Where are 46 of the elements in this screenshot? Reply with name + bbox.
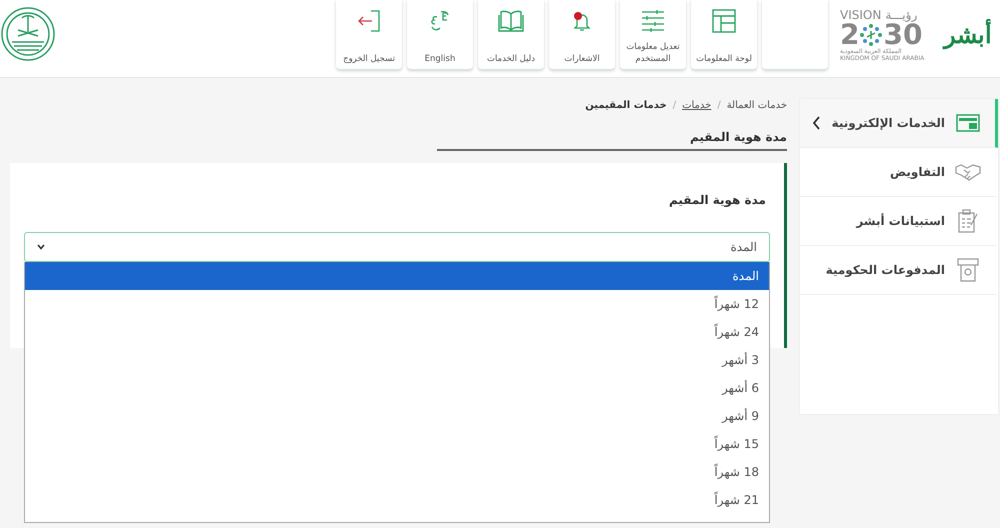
dropdown-option[interactable]: 6 أشهر bbox=[25, 374, 769, 402]
dropdown-option[interactable]: 9 أشهر bbox=[25, 402, 769, 430]
logo-text: 2 bbox=[840, 22, 860, 48]
nav-tile[interactable]: الاشعارات bbox=[549, 0, 615, 70]
dropdown-option[interactable]: 15 شهراً bbox=[25, 430, 769, 458]
sidebar-item[interactable]: الخدمات الإلكترونية bbox=[800, 99, 998, 148]
sidebar-item[interactable]: استبيانات أبشر bbox=[800, 197, 998, 246]
sliders-icon bbox=[641, 10, 665, 32]
card-icon bbox=[956, 114, 980, 132]
page-title: مدة هوية المقيم bbox=[437, 130, 787, 151]
breadcrumb-separator: / bbox=[717, 100, 721, 110]
caret-icon bbox=[37, 244, 45, 250]
atm-icon bbox=[957, 258, 979, 282]
field-label: مدة هوية المقيم bbox=[668, 193, 766, 207]
nav-tile[interactable]: لوحة المعلومات bbox=[691, 0, 757, 70]
logo-text: VISION bbox=[840, 8, 882, 22]
clipboard-icon bbox=[957, 209, 979, 233]
nav-tile[interactable]: تعديل معلومات المستخدم bbox=[620, 0, 686, 70]
duration-select[interactable]: المدة bbox=[24, 232, 770, 262]
emblem-icon bbox=[0, 6, 56, 62]
chevron-icon bbox=[812, 116, 821, 130]
dropdown-option[interactable]: 18 شهراً bbox=[25, 458, 769, 486]
logout-icon bbox=[357, 10, 381, 32]
emblem-icon bbox=[859, 23, 884, 47]
dropdown-option[interactable]: 12 شهراً bbox=[25, 290, 769, 318]
breadcrumb-separator: / bbox=[672, 100, 676, 110]
dropdown-option[interactable]: المدة bbox=[25, 262, 769, 290]
dropdown-option[interactable]: 3 أشهر bbox=[25, 346, 769, 374]
brand-logo: أبشر bbox=[942, 18, 993, 52]
breadcrumb-current: خدمات المقيمين bbox=[585, 100, 667, 110]
dropdown-option[interactable]: 24 شهراً bbox=[25, 318, 769, 346]
layout-icon bbox=[712, 9, 736, 33]
logo-text: 30 bbox=[883, 22, 922, 48]
blank-tile[interactable] bbox=[762, 0, 828, 70]
handshake-icon bbox=[955, 163, 981, 181]
book-icon bbox=[498, 10, 524, 32]
sidebar-item[interactable]: المدفوعات الحكومية bbox=[800, 246, 998, 295]
nav-tile[interactable]: تسجيل الخروج bbox=[336, 0, 402, 70]
sidebar-item[interactable]: التفاويض bbox=[800, 148, 998, 197]
dropdown-option[interactable]: 21 شهراً bbox=[25, 486, 769, 514]
breadcrumb-item: خدمات العمالة bbox=[726, 100, 787, 110]
nav-tile[interactable]: English bbox=[407, 0, 473, 70]
logo-text: رؤيـــة bbox=[885, 8, 918, 22]
bell-icon bbox=[572, 10, 592, 32]
breadcrumb-link[interactable]: خدمات bbox=[682, 100, 712, 110]
nav-tile[interactable]: دليل الخدمات bbox=[478, 0, 544, 70]
